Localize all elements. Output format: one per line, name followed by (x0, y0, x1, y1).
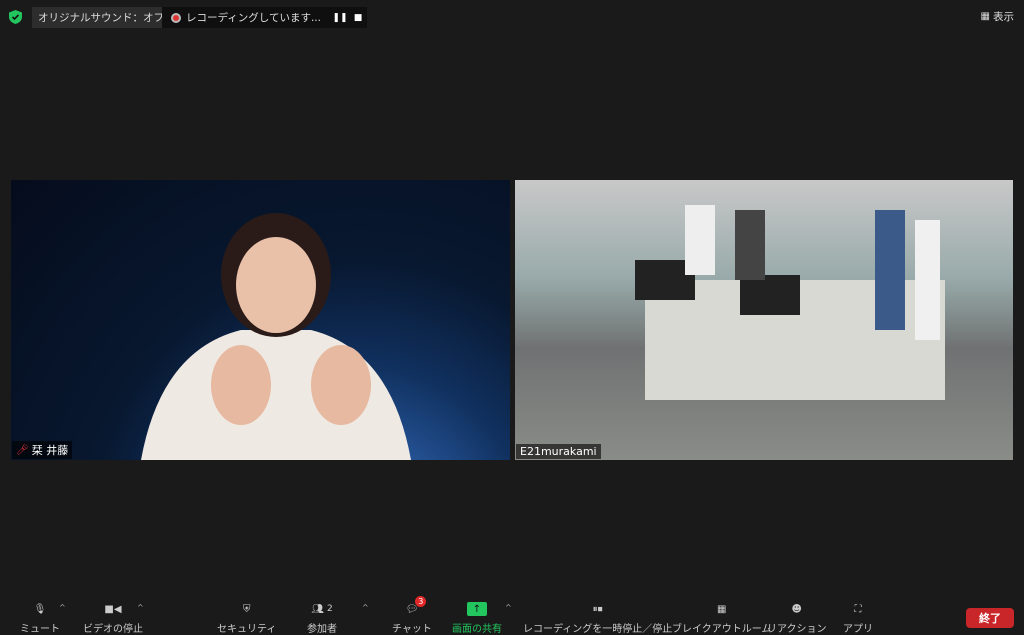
participant-video (141, 213, 411, 460)
participant-video (635, 205, 945, 400)
stop-recording-button[interactable]: ■ (349, 7, 367, 28)
recording-dot-icon (171, 12, 181, 23)
breakout-grid-icon: ▦ (717, 603, 727, 615)
participants-count: 2 (326, 604, 333, 614)
video-options-caret[interactable]: ^ (137, 603, 144, 612)
participant-name-tag: E21murakami (516, 444, 601, 459)
microphone-icon: 🎙︎ (33, 603, 47, 615)
breakout-rooms-button[interactable]: ▦ ブレイクアウトルーム (672, 600, 772, 635)
participants-button[interactable]: 👥︎ 2 参加者 (307, 600, 337, 635)
view-label: 表示 (993, 11, 1014, 23)
recording-indicator: レコーディングしています... ❚❚ ■ (162, 7, 367, 28)
breakout-label: ブレイクアウトルーム (672, 624, 772, 635)
video-tile-2[interactable]: E21murakami (515, 180, 1013, 460)
stop-video-button[interactable]: ■◀ ビデオの停止 (83, 600, 143, 635)
share-label: 画面の共有 (452, 624, 502, 635)
muted-mic-icon: 🎤︎ (16, 444, 29, 456)
share-screen-button[interactable]: ↑ 画面の共有 (452, 600, 502, 635)
recording-label: レコーディングを一時停止／停止 (523, 624, 673, 635)
participant-name: 栞 井藤 (31, 444, 69, 457)
chat-label: チャット (392, 624, 432, 635)
participants-options-caret[interactable]: ^ (362, 603, 369, 612)
security-button[interactable]: ⛨ セキュリティ (217, 600, 276, 635)
shield-icon: ⛨ (242, 603, 251, 615)
reaction-label: リアクション (767, 624, 827, 635)
end-meeting-button[interactable]: 終了 (966, 608, 1014, 628)
participants-label: 参加者 (307, 624, 337, 635)
share-options-caret[interactable]: ^ (505, 603, 512, 612)
smiley-plus-icon: ☻ (791, 603, 802, 615)
participant-name: E21murakami (520, 445, 597, 458)
video-camera-icon: ■◀ (104, 603, 122, 615)
security-label: セキュリティ (217, 624, 277, 635)
chat-icon: 💬︎ 3 (406, 596, 427, 618)
participants-icon: 👥︎ 2 (311, 603, 333, 615)
view-button[interactable]: ▦ 表示 (981, 9, 1014, 24)
original-sound-label: オリジナルサウンド：オフ (38, 12, 164, 24)
mute-button[interactable]: 🎙︎ ミュート (20, 600, 60, 635)
chat-badge: 3 (415, 596, 427, 607)
video-label: ビデオの停止 (83, 624, 143, 635)
grid-icon: ▦ (980, 11, 990, 22)
chat-button[interactable]: 💬︎ 3 チャット (392, 596, 432, 635)
pause-stop-icon: ⏸︎⏹︎ (592, 603, 603, 615)
share-screen-icon: ↑ (467, 600, 487, 618)
participant-name-tag: 🎤︎ 栞 井藤 (12, 441, 73, 459)
apps-icon: ⛶ (854, 603, 862, 615)
meeting-toolbar: 🎙︎ ミュート ^ ■◀ ビデオの停止 ^ ⛨ セキュリティ 👥︎ 2 参加者 ^ 💬︎ 3… (0, 595, 1024, 635)
recording-status: レコーディングしています... (186, 12, 321, 24)
apps-label: アプリ (843, 624, 873, 635)
apps-button[interactable]: ⛶ アプリ (843, 600, 873, 635)
top-bar: オリジナルサウンド：オフ ▼ レコーディングしています... ❚❚ ■ ▦ 表示 (0, 6, 1024, 28)
reactions-button[interactable]: ☻ リアクション (767, 600, 827, 635)
pause-stop-recording-button[interactable]: ⏸︎⏹︎ レコーディングを一時停止／停止 (523, 600, 672, 635)
video-tile-1[interactable]: 🎤︎ 栞 井藤 (11, 180, 510, 460)
mute-label: ミュート (20, 624, 60, 635)
pause-recording-button[interactable]: ❚❚ (331, 7, 349, 28)
audio-options-caret[interactable]: ^ (59, 603, 66, 612)
encryption-shield-icon[interactable] (9, 10, 22, 24)
